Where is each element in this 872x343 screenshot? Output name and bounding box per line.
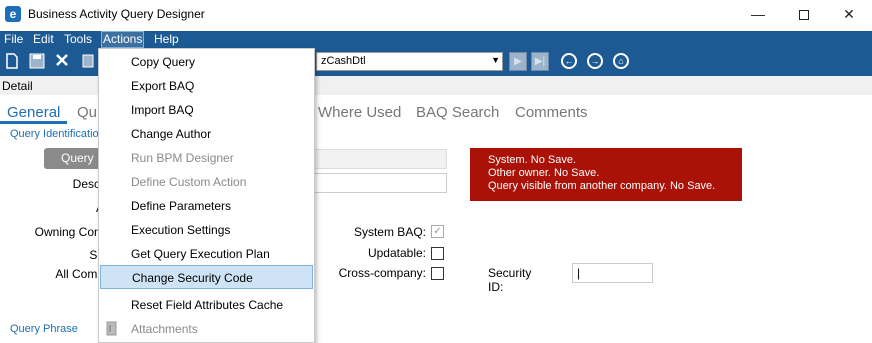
- new-icon[interactable]: [4, 53, 20, 69]
- menu-help[interactable]: Help: [153, 32, 180, 47]
- cross-company-checkbox[interactable]: [431, 267, 444, 280]
- maximize-icon: [799, 10, 809, 21]
- attachments-label: Attachments: [131, 322, 198, 336]
- menu-item-define-custom-action[interactable]: Define Custom Action: [100, 170, 313, 194]
- updatable-checkbox[interactable]: [431, 247, 444, 260]
- menu-item-get-query-execution-plan[interactable]: Get Query Execution Plan: [100, 242, 313, 266]
- active-tab-indicator: [0, 121, 67, 124]
- window-title: Business Activity Query Designer: [28, 7, 205, 21]
- query-id-field[interactable]: [314, 149, 447, 169]
- system-baq-checkbox[interactable]: ✓: [431, 225, 444, 238]
- menu-item-execution-settings[interactable]: Execution Settings: [100, 218, 313, 242]
- tab-where-used[interactable]: Where Used: [318, 104, 401, 121]
- query-selector[interactable]: zCashDtl ▼: [316, 52, 503, 71]
- chevron-down-icon: ▼: [491, 55, 500, 65]
- warning-panel: System. No Save. Other owner. No Save. Q…: [470, 148, 742, 201]
- menu-edit[interactable]: Edit: [32, 32, 55, 47]
- tab-comments[interactable]: Comments: [515, 104, 588, 121]
- menu-item-attachments[interactable]: Attachments: [100, 317, 313, 341]
- maximize-button[interactable]: [781, 0, 827, 30]
- tab-query[interactable]: Qu: [77, 104, 97, 121]
- menu-item-change-security-code[interactable]: Change Security Code: [100, 265, 313, 289]
- query-selector-value: zCashDtl: [321, 55, 366, 67]
- menu-actions[interactable]: Actions: [100, 31, 145, 48]
- home-icon[interactable]: ⌂: [613, 53, 629, 69]
- menu-item-export-baq[interactable]: Export BAQ: [100, 74, 313, 98]
- tab-general[interactable]: General: [7, 104, 60, 121]
- menu-item-change-author[interactable]: Change Author: [100, 122, 313, 146]
- close-button[interactable]: ✕: [826, 0, 872, 30]
- security-id-field[interactable]: |: [572, 263, 653, 283]
- menu-tools[interactable]: Tools: [63, 32, 93, 47]
- paperclip-icon: [106, 321, 120, 337]
- cross-company-label: Cross-company:: [338, 266, 426, 280]
- app-logo-icon: e: [5, 6, 21, 22]
- actions-menu: Copy Query Export BAQ Import BAQ Change …: [98, 48, 315, 343]
- menu-item-define-parameters[interactable]: Define Parameters: [100, 194, 313, 218]
- menu-file[interactable]: File: [3, 32, 24, 47]
- attach-icon[interactable]: [80, 53, 96, 69]
- warning-line: Other owner. No Save.: [488, 167, 600, 179]
- tab-baq-search[interactable]: BAQ Search: [416, 104, 499, 121]
- next-icon[interactable]: ▶: [509, 52, 527, 71]
- query-id-button[interactable]: Query I: [44, 148, 104, 169]
- security-id-label: Security ID:: [488, 266, 532, 294]
- group-query-identification: Query Identification: [10, 128, 105, 140]
- minimize-button[interactable]: —: [735, 0, 781, 30]
- all-companies-label: All Comp: [55, 267, 104, 281]
- menu-bar: File Edit Tools Actions Help: [0, 31, 872, 48]
- back-icon[interactable]: ←: [561, 53, 577, 69]
- updatable-label: Updatable:: [367, 246, 426, 260]
- group-query-phrase: Query Phrase: [10, 323, 78, 335]
- last-icon[interactable]: ▶|: [531, 52, 549, 71]
- menu-item-import-baq[interactable]: Import BAQ: [100, 98, 313, 122]
- menu-item-copy-query[interactable]: Copy Query: [100, 50, 313, 74]
- owning-company-label: Owning Com: [34, 225, 104, 239]
- title-bar: e Business Activity Query Designer — ✕: [0, 0, 872, 30]
- warning-line: System. No Save.: [488, 154, 577, 166]
- text-cursor: |: [577, 266, 581, 280]
- delete-icon[interactable]: [54, 53, 70, 69]
- forward-icon[interactable]: →: [587, 53, 603, 69]
- detail-label: Detail: [2, 79, 33, 93]
- menu-item-reset-field-attributes-cache[interactable]: Reset Field Attributes Cache: [100, 293, 313, 317]
- menu-item-run-bpm-designer[interactable]: Run BPM Designer: [100, 146, 313, 170]
- description-field[interactable]: [314, 173, 447, 193]
- system-baq-label: System BAQ:: [353, 225, 426, 239]
- warning-line: Query visible from another company. No S…: [488, 180, 716, 192]
- save-icon[interactable]: [29, 53, 45, 69]
